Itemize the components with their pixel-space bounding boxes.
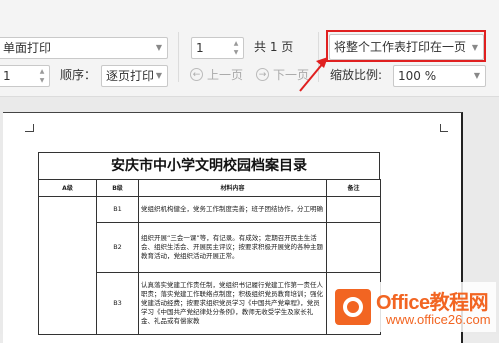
b-level-cell: B2 bbox=[96, 222, 139, 273]
column-header: A级 bbox=[38, 179, 97, 197]
prev-page-button[interactable]: ← 上一页 bbox=[190, 65, 250, 85]
remark-cell bbox=[326, 222, 381, 273]
highlight-box bbox=[326, 30, 486, 62]
column-header: 备注 bbox=[326, 179, 381, 197]
catalog-table: A级 B级 材料内容 备注 B1 党组织机构健全，党务工作制度完善；班子团结协作… bbox=[38, 179, 381, 335]
content-cell: 党组织机构健全，党务工作制度完善；班子团结协作，分工明确 bbox=[138, 196, 327, 223]
order-label: 顺序： bbox=[60, 68, 97, 82]
print-mode-select[interactable]: 单面打印 ▼ bbox=[0, 37, 168, 59]
document-title: 安庆市中小学文明校园档案目录 bbox=[38, 152, 380, 179]
print-mode-value: 单面打印 bbox=[3, 41, 52, 55]
page-current-value: 1 bbox=[196, 41, 204, 55]
b-level-cell: B1 bbox=[96, 196, 139, 223]
stepper-arrows-icon[interactable]: ▲ ▼ bbox=[232, 39, 240, 57]
crop-mark bbox=[440, 124, 441, 132]
copies-value: 1 bbox=[3, 69, 11, 83]
prev-page-label: 上一页 bbox=[207, 68, 244, 82]
zoom-value: 100 % bbox=[398, 69, 437, 83]
arrow-left-icon: ← bbox=[190, 68, 203, 81]
b-level-cell: B3 bbox=[96, 272, 139, 335]
crop-mark bbox=[33, 124, 34, 132]
crop-mark bbox=[440, 131, 448, 132]
content-cell: 组织开展“三会一课”等，有记录。有成效；定期召开民主生活会、组织生活会、开展民主… bbox=[138, 222, 327, 273]
callout-arrow bbox=[299, 57, 328, 92]
order-value: 逐页打印 bbox=[106, 69, 155, 83]
table-header-row: A级 B级 材料内容 备注 bbox=[38, 179, 381, 197]
chevron-down-icon: ▼ bbox=[155, 43, 162, 52]
column-header: B级 bbox=[96, 179, 139, 197]
copies-stepper[interactable]: 1 ▲ ▼ bbox=[0, 65, 50, 87]
chevron-down-icon: ▼ bbox=[473, 71, 480, 80]
remark-cell bbox=[326, 196, 381, 223]
table-row: B1 党组织机构健全，党务工作制度完善；班子团结协作，分工明确 bbox=[38, 196, 381, 335]
site-watermark: Office教程网 www.office26.com bbox=[332, 282, 496, 332]
zoom-select[interactable]: 100 % ▼ bbox=[393, 65, 486, 87]
watermark-url: www.office26.com bbox=[386, 312, 491, 327]
crop-mark bbox=[25, 131, 33, 132]
stepper-arrows-icon[interactable]: ▲ ▼ bbox=[38, 67, 46, 85]
arrow-right-icon: → bbox=[256, 68, 269, 81]
watermark-brand: Office教程网 bbox=[376, 292, 489, 314]
page-total-label: 共 1 页 bbox=[254, 40, 294, 54]
content-cell: 认真落实党建工作责任制，党组织书记履行党建工作第一责任人职责；落实党建工作联络点… bbox=[138, 272, 327, 335]
office-logo-icon bbox=[335, 289, 371, 325]
chevron-down-icon: ▼ bbox=[155, 71, 162, 80]
toolbar-divider bbox=[178, 32, 179, 82]
page-number-stepper[interactable]: 1 ▲ ▼ bbox=[191, 37, 244, 59]
order-select[interactable]: 逐页打印 ▼ bbox=[101, 65, 168, 87]
column-header: 材料内容 bbox=[138, 179, 327, 197]
a-level-cell bbox=[38, 196, 97, 335]
